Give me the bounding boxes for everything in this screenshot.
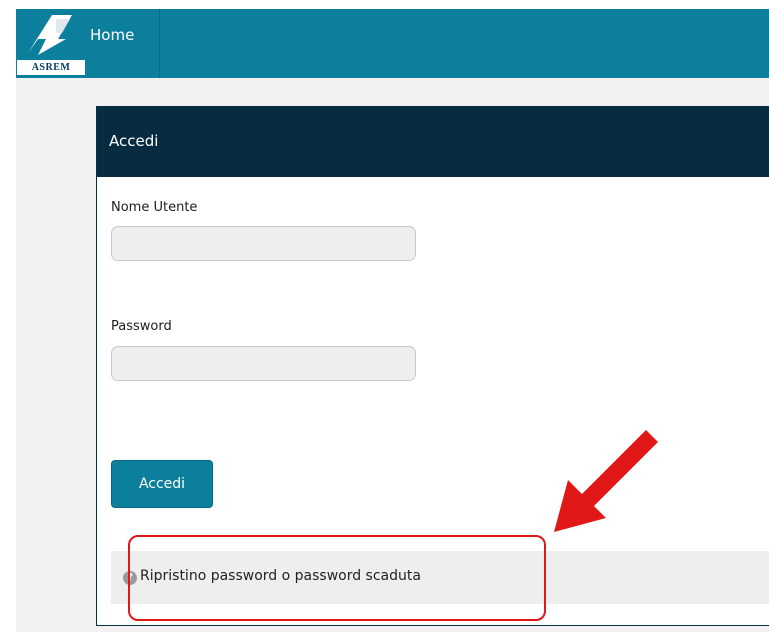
username-label: Nome Utente [111,200,198,215]
top-navbar: ASREM Home [16,9,769,78]
logo-emblem-icon [28,15,72,55]
nav-home-link[interactable]: Home [90,25,134,45]
logo-text: ASREM [17,60,85,75]
red-arrow-icon [554,429,659,532]
login-panel: Accedi Nome Utente Password Accedi ? Rip… [96,106,769,626]
footer-bar: ? Ripristino password o password scaduta [111,551,769,604]
password-label: Password [111,319,172,334]
question-circle-icon: ? [123,571,137,585]
panel-header: Accedi [97,107,769,177]
asrem-logo[interactable]: ASREM [16,9,86,78]
username-input[interactable] [111,226,416,261]
panel-title: Accedi [109,132,159,150]
nav-divider [159,9,160,78]
password-input[interactable] [111,346,416,381]
login-button[interactable]: Accedi [111,460,213,508]
reset-password-link[interactable]: Ripristino password o password scaduta [140,568,421,584]
